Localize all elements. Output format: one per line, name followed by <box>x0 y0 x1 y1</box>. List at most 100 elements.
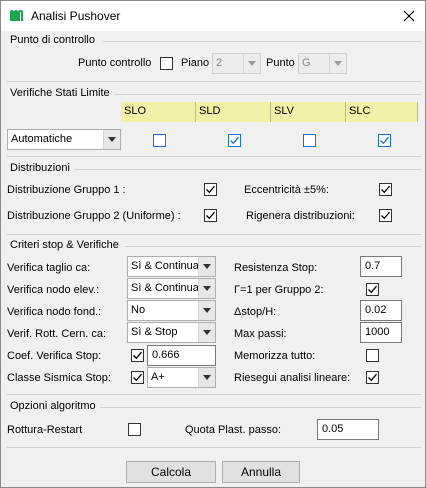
piano-select[interactable]: 2 <box>212 53 261 74</box>
quota-plast-label: Quota Plast. passo: <box>185 424 281 436</box>
quota-plast-value: 0.05 <box>322 423 344 435</box>
verifiche-mode-value: Automatiche <box>11 133 73 145</box>
coef-verifica-stop-input[interactable]: 0.666 <box>147 345 216 366</box>
distribuzione-gruppo2-checkbox[interactable] <box>204 209 217 222</box>
punto-controllo-label: Punto controllo <box>78 57 152 69</box>
distribuzione-gruppo1-checkbox[interactable] <box>204 183 217 196</box>
eccentricita-checkbox[interactable] <box>379 183 392 196</box>
piano-value: 2 <box>216 57 223 69</box>
divider <box>7 234 421 235</box>
checkmark-icon <box>206 185 215 194</box>
column-header-slv: SLV <box>271 102 346 122</box>
quota-plast-input[interactable]: 0.05 <box>317 419 379 440</box>
column-header-label: SLC <box>349 105 371 117</box>
coef-verifica-stop-label: Coef. Verifica Stop: <box>7 350 102 362</box>
verifica-nodo-fond-select[interactable]: No <box>127 300 216 321</box>
divider <box>114 94 421 95</box>
rigenera-checkbox[interactable] <box>379 209 392 222</box>
slv-checkbox[interactable] <box>303 134 316 147</box>
slo-checkbox[interactable] <box>153 134 166 147</box>
coef-verifica-stop-checkbox[interactable] <box>131 349 144 362</box>
verifica-taglio-select[interactable]: Sì & Continua <box>127 256 216 277</box>
checkmark-icon <box>368 373 377 382</box>
punto-select[interactable]: G <box>298 53 347 74</box>
column-header-label: SLV <box>274 105 294 117</box>
app-icon <box>10 10 23 21</box>
max-passi-label: Max passi: <box>234 328 287 340</box>
resistenza-stop-input[interactable]: 0.7 <box>360 256 402 277</box>
checkmark-icon <box>206 211 215 220</box>
rottura-restart-label: Rottura-Restart <box>7 424 83 436</box>
rottura-restart-checkbox[interactable] <box>128 423 141 436</box>
verif-rott-cern-value: Sì & Stop <box>131 326 178 338</box>
gamma-gruppo2-label: Γ=1 per Gruppo 2: <box>234 284 324 296</box>
group-title-opzioni: Opzioni algoritmo <box>10 400 96 412</box>
chevron-down-icon <box>198 301 215 320</box>
distribuzione-gruppo2-label: Distribuzione Gruppo 2 (Uniforme) : <box>7 210 181 222</box>
classe-sismica-stop-checkbox[interactable] <box>131 371 144 384</box>
verifica-taglio-value: Sì & Continua <box>131 260 199 272</box>
memorizza-tutto-checkbox[interactable] <box>366 349 379 362</box>
close-icon <box>403 10 415 22</box>
verif-rott-cern-select[interactable]: Sì & Stop <box>127 322 216 343</box>
sld-checkbox[interactable] <box>228 134 241 147</box>
resistenza-stop-label: Resistenza Stop: <box>234 262 318 274</box>
chevron-down-icon <box>103 130 120 149</box>
chevron-down-icon <box>198 279 215 298</box>
annulla-button[interactable]: Annulla <box>222 461 300 483</box>
verifica-nodo-elev-select[interactable]: Sì & Continua <box>127 278 216 299</box>
riesegui-analisi-label: Riesegui analisi lineare: <box>234 372 351 384</box>
classe-sismica-stop-select[interactable]: A+ <box>147 367 216 388</box>
dialog-window: Analisi Pushover Punto di controllo Punt… <box>0 0 426 488</box>
verifica-nodo-fond-label: Verifica nodo fond.: <box>7 306 102 318</box>
dstop-input[interactable]: 0.02 <box>360 300 402 321</box>
column-header-sld: SLD <box>196 102 271 122</box>
gamma-gruppo2-checkbox[interactable] <box>366 283 379 296</box>
punto-controllo-checkbox[interactable] <box>160 57 173 70</box>
divider <box>7 81 421 82</box>
chevron-down-icon <box>329 54 346 73</box>
dstop-value: 0.02 <box>365 304 387 316</box>
verifica-nodo-elev-value: Sì & Continua <box>131 282 199 294</box>
verifica-nodo-fond-value: No <box>131 304 146 316</box>
verifica-taglio-label: Verifica taglio ca: <box>7 262 91 274</box>
max-passi-input[interactable]: 1000 <box>360 322 402 343</box>
verifiche-mode-select[interactable]: Automatiche <box>7 129 121 150</box>
verif-rott-cern-label: Verif. Rott. Cern. ca: <box>7 328 107 340</box>
group-title-verifiche: Verifiche Stati Limite <box>10 87 110 99</box>
divider <box>7 394 421 395</box>
calcola-button[interactable]: Calcola <box>126 461 216 483</box>
rigenera-label: Rigenera distribuzioni: <box>246 210 355 222</box>
checkmark-icon <box>368 285 377 294</box>
group-title-punto-controllo: Punto di controllo <box>10 34 95 46</box>
checkmark-icon <box>133 373 142 382</box>
group-title-distribuzioni: Distribuzioni <box>10 162 70 174</box>
checkmark-icon <box>381 185 390 194</box>
divider <box>7 447 421 448</box>
slc-checkbox[interactable] <box>378 134 391 147</box>
punto-label: Punto <box>266 57 295 69</box>
checkmark-icon <box>380 136 389 145</box>
max-passi-value: 1000 <box>365 326 390 338</box>
divider <box>7 156 421 157</box>
piano-label: Piano <box>181 57 210 69</box>
divider <box>125 246 421 247</box>
resistenza-stop-value: 0.7 <box>365 260 381 272</box>
close-button[interactable] <box>393 1 425 31</box>
column-header-label: SLD <box>199 105 221 117</box>
checkmark-icon <box>230 136 239 145</box>
classe-sismica-stop-label: Classe Sismica Stop: <box>7 372 111 384</box>
window-title: Analisi Pushover <box>31 9 121 23</box>
column-header-slo: SLO <box>121 102 196 122</box>
memorizza-tutto-label: Memorizza tutto: <box>234 350 316 362</box>
riesegui-analisi-checkbox[interactable] <box>366 371 379 384</box>
title-bar: Analisi Pushover <box>1 1 425 31</box>
verifica-nodo-elev-label: Verifica nodo elev.: <box>7 284 100 296</box>
chevron-down-icon <box>198 323 215 342</box>
checkmark-icon <box>381 211 390 220</box>
distribuzione-gruppo1-label: Distribuzione Gruppo 1 : <box>7 184 126 196</box>
dstop-label: Δstop/H: <box>234 306 277 318</box>
column-header-slc: SLC <box>346 102 418 122</box>
divider <box>103 41 421 42</box>
eccentricita-label: Eccentricità ±5%: <box>244 184 329 196</box>
